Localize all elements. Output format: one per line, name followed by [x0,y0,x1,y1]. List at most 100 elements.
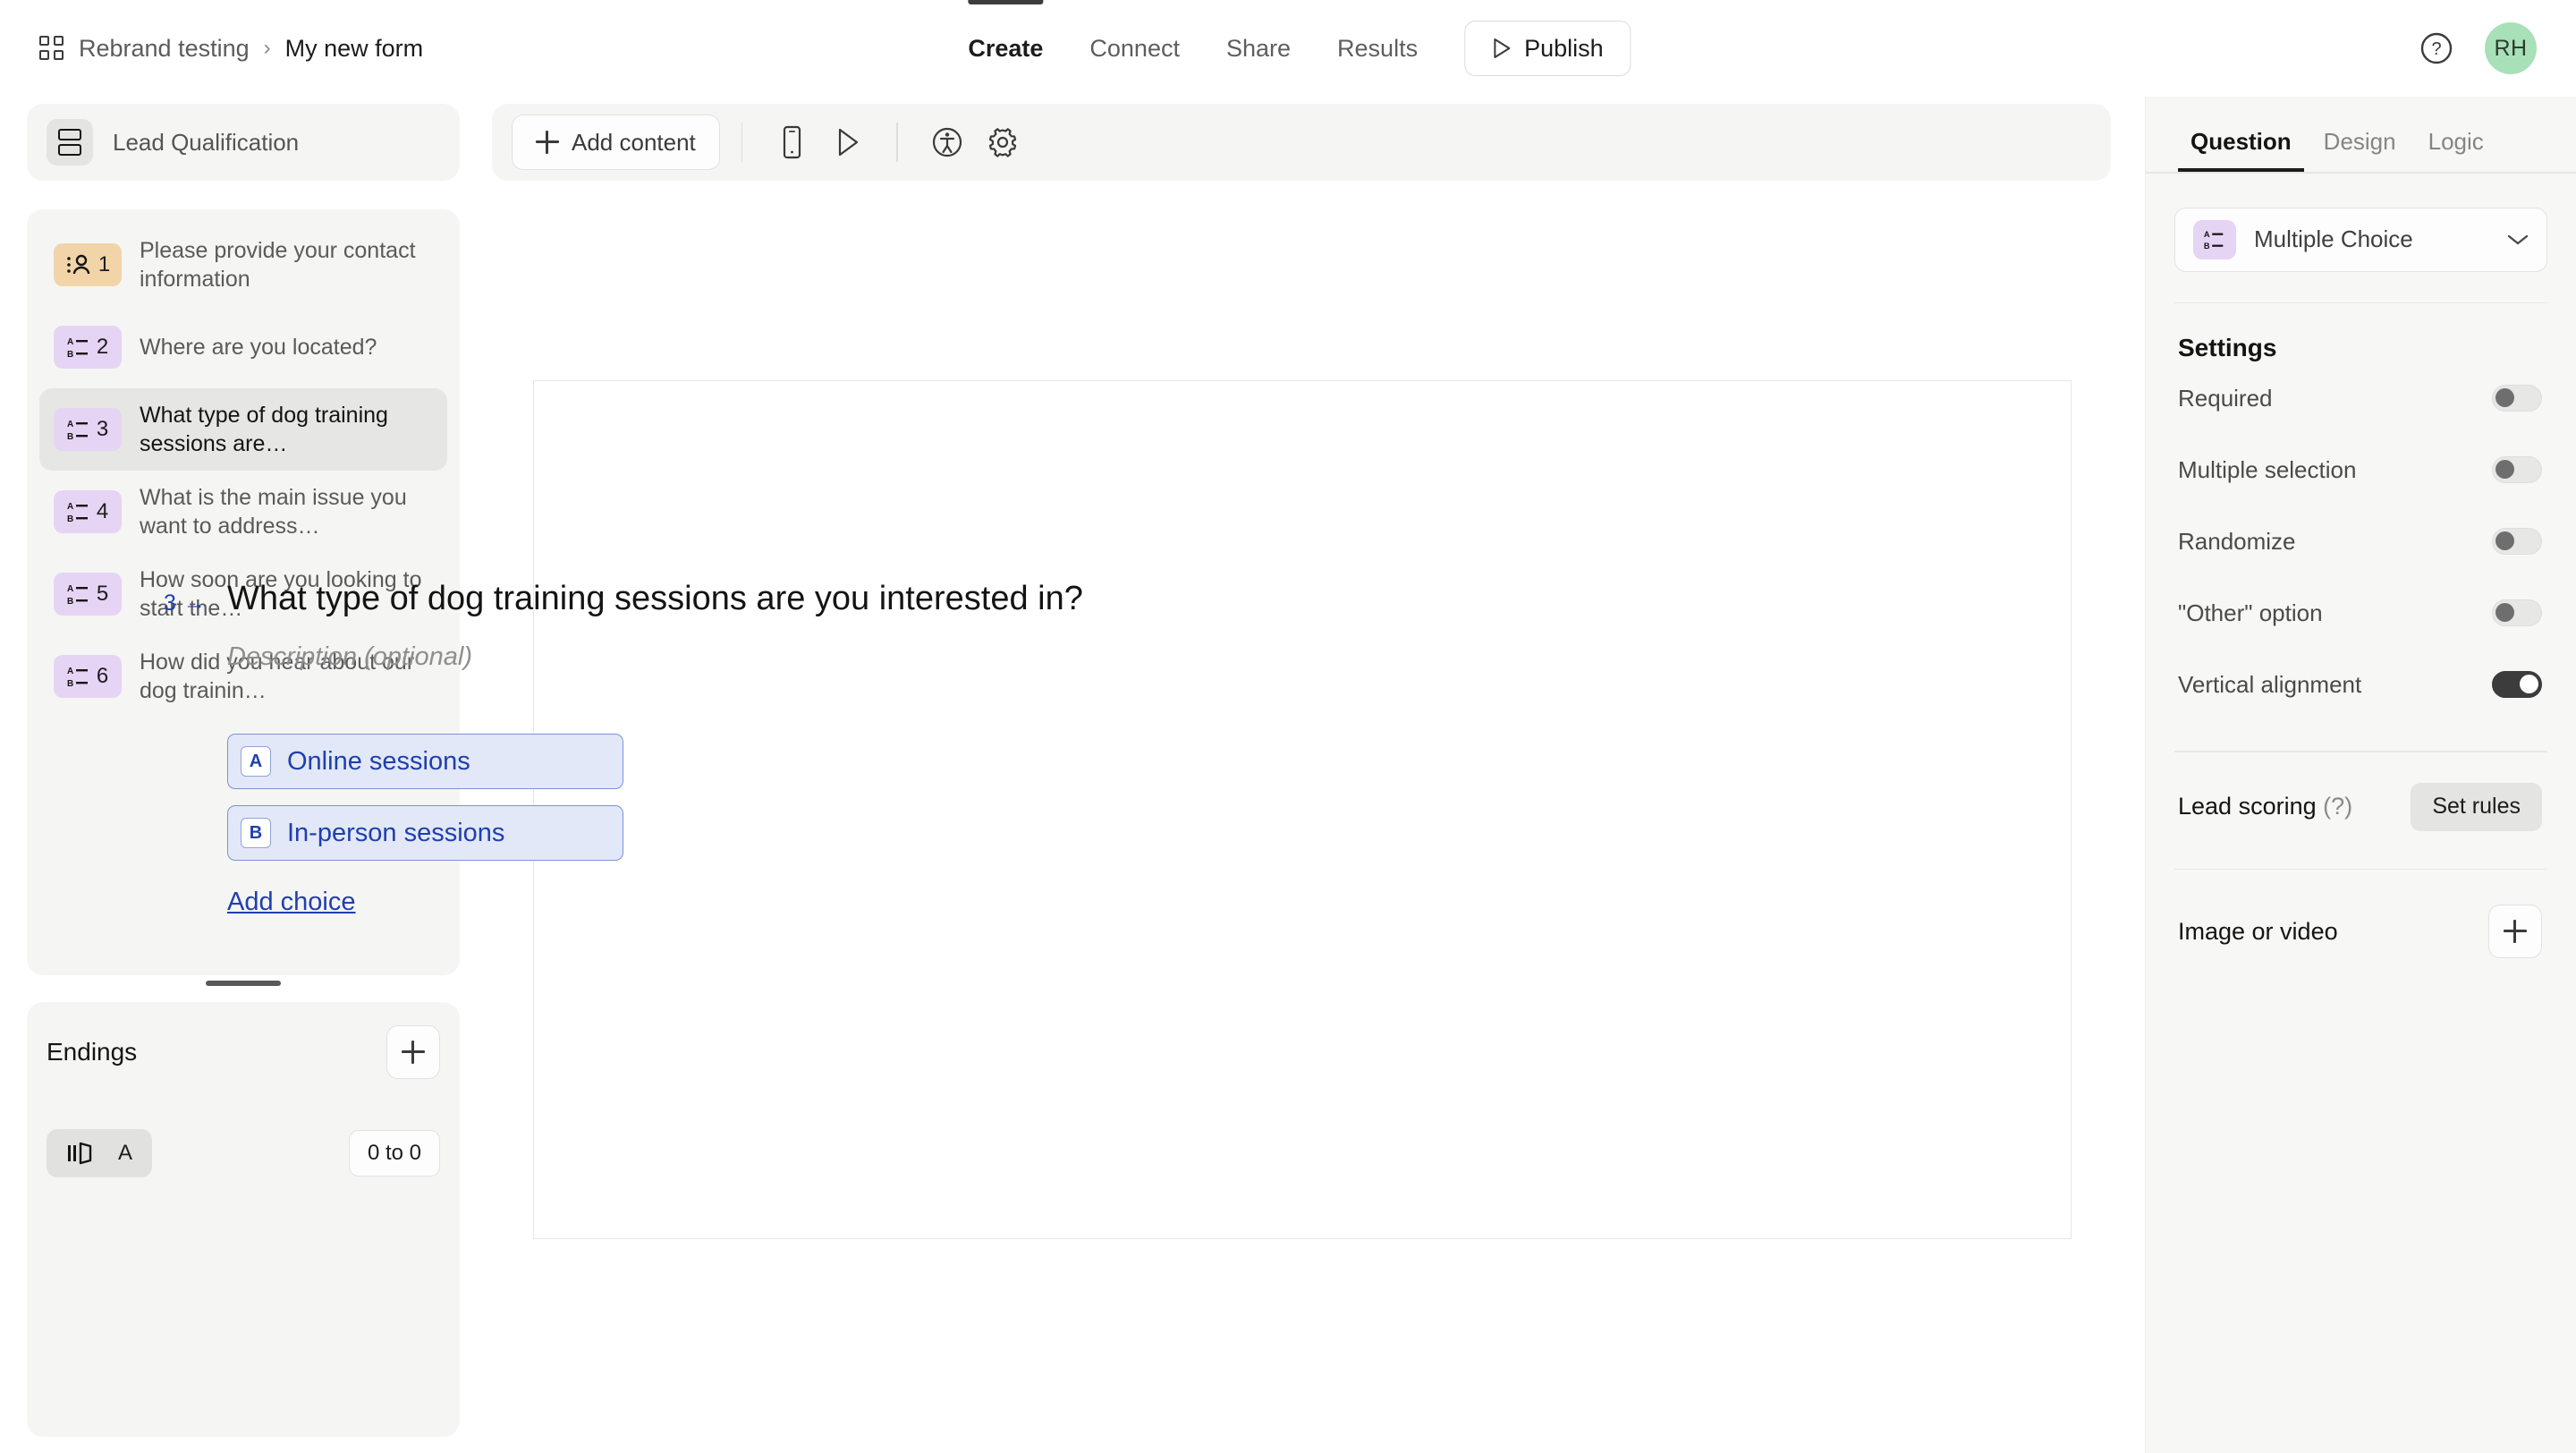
setting-other-option-label: "Other" option [2178,599,2323,626]
question-number: 2 [96,335,109,359]
add-choice-link[interactable]: Add choice [227,888,356,917]
setting-vertical-alignment-toggle[interactable] [2492,671,2542,698]
settings-button[interactable] [975,115,1030,170]
question-number: 4 [96,499,109,523]
main-nav-tabs: Create Connect Share Results Publish [945,0,1631,97]
multiple-choice-icon: A B [2204,230,2224,251]
choice-letter-badge: B [241,818,271,848]
toolbar-divider [896,123,898,162]
settings-gear-icon [988,128,1016,157]
tab-create[interactable]: Create [945,0,1066,97]
tab-connect[interactable]: Connect [1066,0,1203,97]
endings-title: Endings [47,1038,138,1066]
setting-randomize: Randomize [2178,506,2542,577]
question-type-select[interactable]: A B Multiple Choice [2174,207,2547,272]
choice-option-a[interactable]: A Online sessions [227,734,623,789]
svg-text:B: B [67,679,73,689]
svg-text:A: A [67,337,73,347]
image-or-video-label: Image or video [2178,917,2338,945]
tab-share[interactable]: Share [1203,0,1314,97]
workspace-grid-icon[interactable] [39,36,64,61]
svg-text:B: B [67,597,73,607]
mobile-preview-button[interactable] [764,115,819,170]
accessibility-button[interactable] [919,115,975,170]
multiple-choice-icon: A B [67,502,88,524]
setting-randomize-toggle[interactable] [2492,528,2542,555]
ending-screen-icon [68,1142,92,1165]
canvas-question-title[interactable]: What type of dog training sessions are y… [227,577,1211,620]
add-media-button[interactable] [2488,905,2542,958]
preview-button[interactable] [819,115,875,170]
question-badge: A B 6 [54,655,122,698]
ending-item-a[interactable]: A [47,1129,153,1177]
setting-multiple-selection-toggle[interactable] [2492,456,2542,483]
chevron-down-icon [2507,234,2529,244]
setting-other-option-toggle[interactable] [2492,599,2542,626]
canvas-description-placeholder[interactable]: Description (optional) [227,642,472,672]
mobile-preview-icon [784,125,801,159]
media-divider [2174,868,2547,870]
question-type-icon-wrap: A B [2193,219,2236,259]
canvas-question-number: 3 → [164,591,206,616]
setting-multiple-selection: Multiple selection [2178,434,2542,506]
setting-required-toggle[interactable] [2492,385,2542,412]
top-right-actions: ? RH [2419,0,2537,97]
plus-icon [536,131,559,154]
question-label: What is the main issue you want to addre… [140,485,407,539]
tab-question-label: Question [2190,128,2292,155]
tab-design-label: Design [2323,128,2396,155]
lead-scoring-divider [2174,751,2547,752]
sidebar-item-question-3[interactable]: A B 3 What type of dog training sessions… [39,388,447,471]
multiple-choice-icon: A B [67,420,88,442]
ending-item-row: A 0 to 0 [47,1129,440,1177]
breadcrumb: Rebrand testing › My new form [0,35,423,63]
canvas-choices-list: A Online sessions B In-person sessions A… [227,734,623,917]
help-circle-icon[interactable]: ? [2419,30,2454,66]
tab-question[interactable]: Question [2178,128,2304,172]
tab-logic[interactable]: Logic [2416,128,2496,172]
right-panel-tabs: Question Design Logic [2146,97,2576,172]
sidebar-section-header[interactable]: Lead Qualification [27,104,460,181]
setting-other-option: "Other" option [2178,577,2542,649]
breadcrumb-separator: › [263,36,271,60]
tab-design[interactable]: Design [2311,128,2409,172]
svg-text:A: A [2204,230,2210,239]
tab-logic-label: Logic [2428,128,2484,155]
set-rules-button[interactable]: Set rules [2411,782,2542,831]
tab-share-label: Share [1225,34,1292,62]
tab-results[interactable]: Results [1314,0,1441,97]
plus-icon [402,1041,425,1064]
sidebar-resize-handle[interactable] [206,981,281,986]
ending-range-badge[interactable]: 0 to 0 [348,1130,440,1177]
top-bar: Rebrand testing › My new form Create Con… [0,0,2576,97]
svg-text:B: B [2204,242,2210,251]
setting-required-label: Required [2178,384,2273,412]
multiple-choice-icon: A B [67,667,88,689]
setting-vertical-alignment: Vertical alignment [2178,649,2542,720]
canvas-toolbar: Add content [492,104,2111,181]
add-ending-button[interactable] [386,1025,440,1079]
lead-scoring-text: Lead scoring [2178,793,2317,820]
endings-header: Endings [47,1020,440,1084]
svg-text:B: B [67,432,73,442]
add-content-button[interactable]: Add content [512,115,720,170]
question-number: 1 [97,252,111,276]
setting-vertical-alignment-label: Vertical alignment [2178,670,2362,698]
endings-panel: Endings A 0 to 0 [27,1002,460,1437]
add-content-label: Add content [572,128,696,156]
choice-option-b[interactable]: B In-person sessions [227,805,623,861]
question-number: 6 [96,664,109,688]
lead-scoring-hint-icon[interactable]: (?) [2323,793,2352,820]
sidebar-item-question-4[interactable]: A B 4 What is the main issue you want to… [39,471,447,553]
sidebar-item-question-2[interactable]: A B 2 Where are you located? [39,306,447,388]
sidebar-item-question-1[interactable]: 1 Please provide your contact informatio… [39,224,447,306]
user-avatar[interactable]: RH [2485,22,2537,74]
multiple-choice-icon: A B [67,584,88,607]
setting-multiple-selection-label: Multiple selection [2178,455,2357,483]
tab-connect-label: Connect [1089,34,1180,62]
question-badge: A B 2 [54,326,122,369]
publish-button[interactable]: Publish [1464,21,1631,76]
breadcrumb-workspace[interactable]: Rebrand testing [79,35,250,63]
form-canvas [533,380,2072,1239]
breadcrumb-form-title[interactable]: My new form [285,35,424,63]
